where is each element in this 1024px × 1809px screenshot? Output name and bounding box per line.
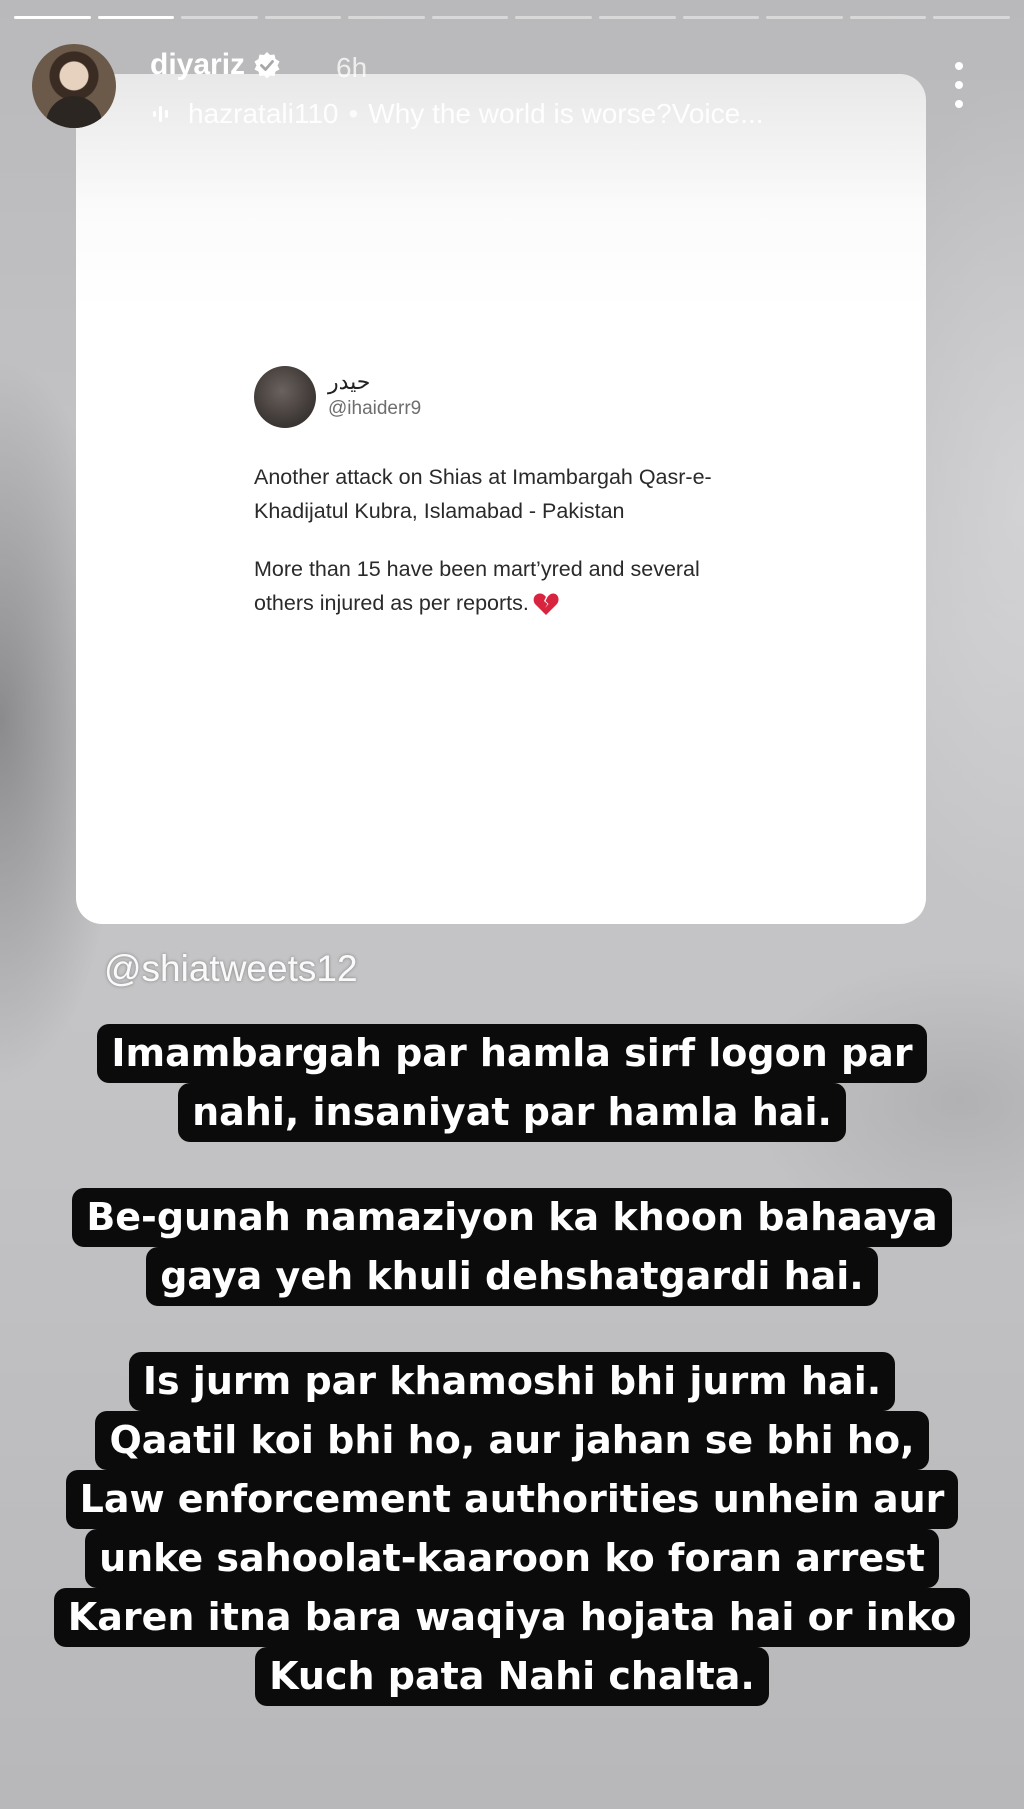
caption-line: Qaatil koi bhi ho, aur jahan se bhi ho,: [95, 1411, 929, 1470]
caption-line: nahi, insaniyat par hamla hai.: [178, 1083, 846, 1142]
broken-heart-icon: [533, 593, 559, 616]
menu-dot: [955, 100, 963, 108]
progress-segment: [849, 16, 927, 19]
caption-block-3: Is jurm par khamoshi bhi jurm hai. Qaati…: [0, 1352, 1024, 1706]
more-options-button[interactable]: [944, 62, 974, 108]
tweet-display-name: حیدر: [328, 370, 371, 395]
progress-segment: [599, 16, 676, 19]
menu-dot: [955, 81, 963, 89]
tweet-avatar: [254, 366, 316, 428]
mention-sticker[interactable]: @shiatweets12: [104, 948, 358, 990]
caption-line: unke sahoolat-kaaroon ko foran arrest: [85, 1529, 939, 1588]
username-text: diyariz: [150, 48, 246, 81]
caption-block-2: Be-gunah namaziyon ka khoon bahaaya gaya…: [0, 1188, 1024, 1306]
story-progress-bar: [14, 16, 1010, 20]
caption-line: Karen itna bara waqiya hojata hai or ink…: [53, 1588, 971, 1647]
tweet-handle: @ihaiderr9: [328, 398, 422, 419]
tweet-text-segment: others injured as per reports.: [254, 591, 529, 615]
tweet-text-line: others injured as per reports.: [254, 586, 700, 620]
music-separator: •: [348, 98, 359, 129]
tweet-text-line: Khadijatul Kubra, Islamabad - Pakistan: [254, 499, 625, 523]
progress-segment: [181, 16, 258, 19]
progress-segment: [264, 16, 342, 19]
caption-line: Is jurm par khamoshi bhi jurm hai.: [128, 1352, 896, 1411]
music-attribution[interactable]: hazratali110 • Why the world is worse?Vo…: [152, 98, 764, 130]
post-time: 6h: [336, 52, 368, 83]
progress-segment: [933, 16, 1010, 19]
progress-segment: [97, 16, 175, 19]
more-vertical-icon: [955, 62, 963, 70]
verified-badge-icon: [254, 52, 280, 79]
tweet-text-line: More than 15 have been mart’yred and sev…: [254, 557, 700, 581]
music-artist: hazratali110: [188, 98, 339, 129]
music-title: Why the world is worse?Voice...: [368, 98, 764, 129]
caption-line: Imambargah par hamla sirf logon par: [97, 1024, 927, 1083]
caption-block-1: Imambargah par hamla sirf logon par nahi…: [0, 1024, 1024, 1142]
progress-segment: [431, 16, 509, 19]
audio-bars-icon: [153, 106, 168, 122]
caption-line: Law enforcement authorities unhein aur: [65, 1470, 959, 1529]
caption-line: gaya yeh khuli dehshatgardi hai.: [146, 1247, 878, 1306]
tweet-paragraph-2: More than 15 have been mart’yred and sev…: [254, 552, 700, 620]
caption-line: Be-gunah namaziyon ka khoon bahaaya: [72, 1188, 952, 1247]
progress-segment: [682, 16, 760, 19]
shared-post-card[interactable]: حیدر @ihaiderr9 Another attack on Shias …: [76, 74, 926, 924]
username[interactable]: diyariz: [150, 48, 281, 82]
tweet-text-line: Another attack on Shias at Imambargah Qa…: [254, 465, 712, 489]
progress-segment: [14, 16, 91, 19]
progress-segment: [766, 16, 843, 19]
progress-segment: [515, 16, 593, 19]
profile-avatar[interactable]: [32, 44, 116, 128]
tweet-paragraph-1: Another attack on Shias at Imambargah Qa…: [254, 460, 712, 528]
progress-segment: [348, 16, 425, 19]
caption-line: Kuch pata Nahi chalta.: [255, 1647, 769, 1706]
